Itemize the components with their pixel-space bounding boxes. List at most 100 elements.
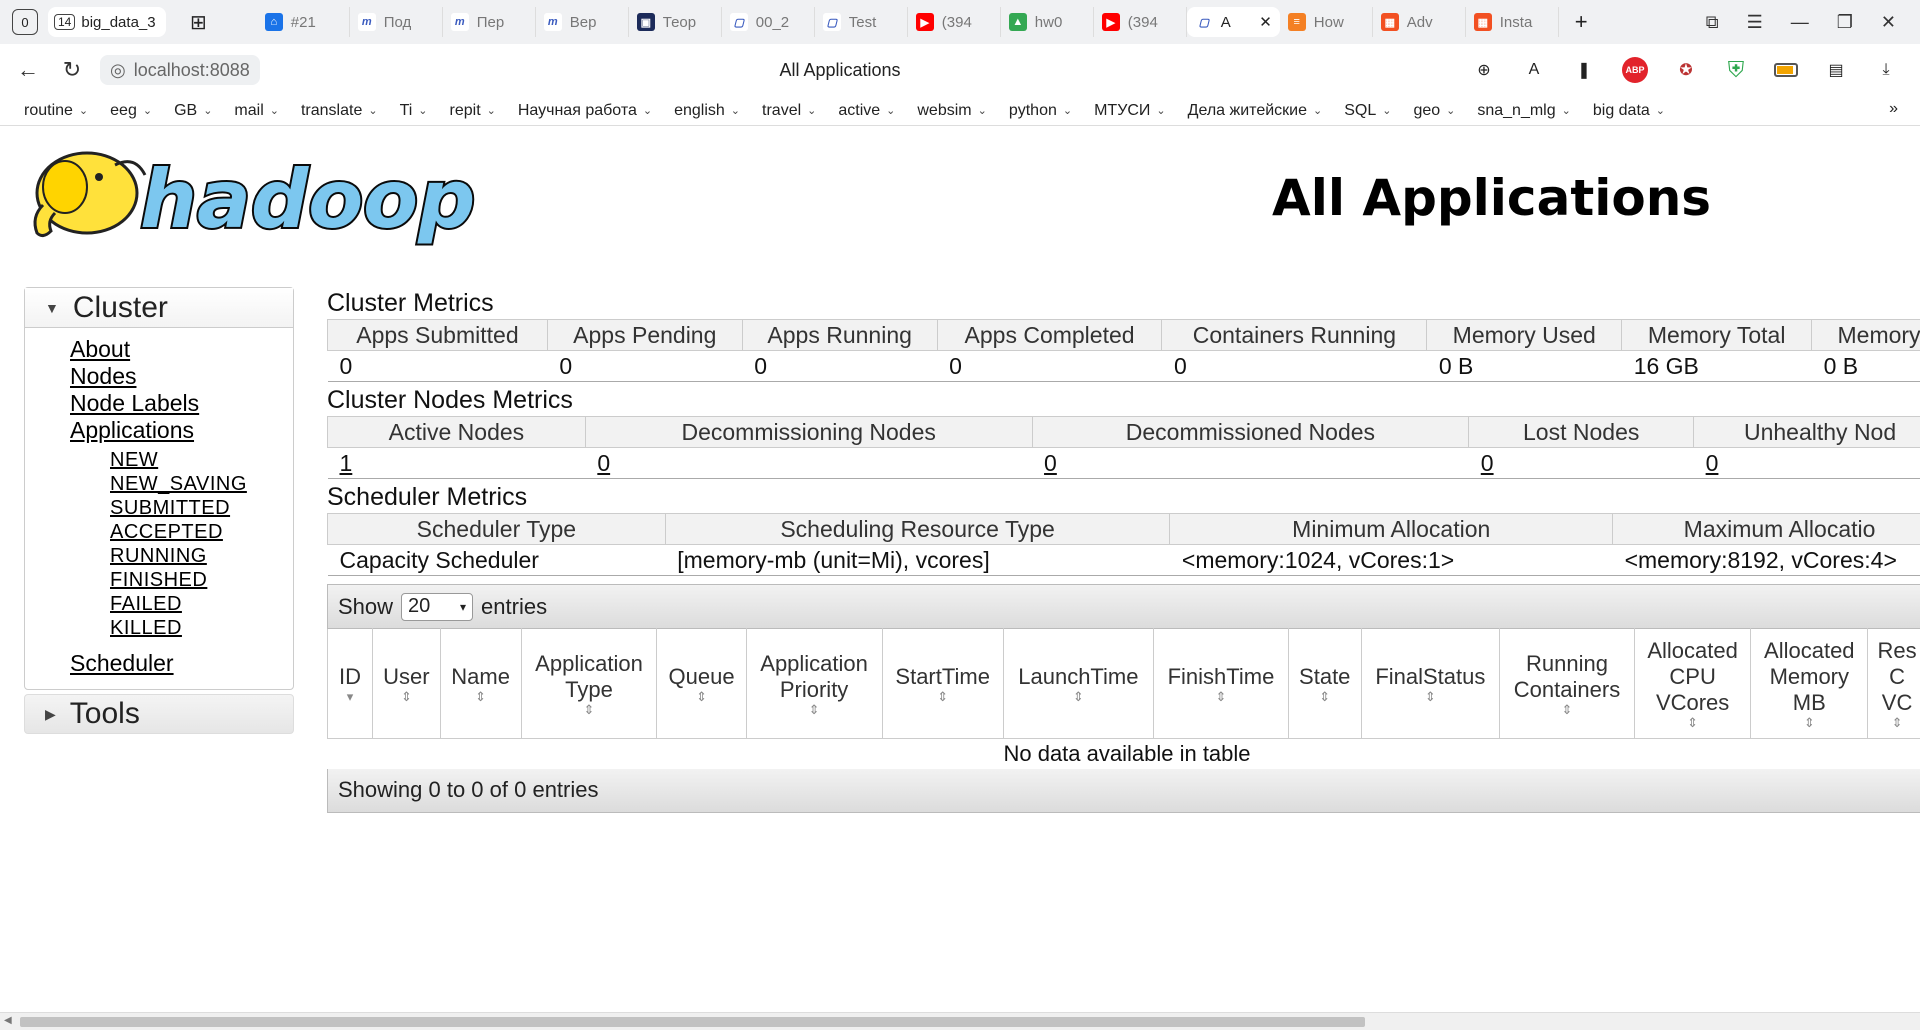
sidebar-link-node-labels[interactable]: Node Labels bbox=[70, 390, 293, 417]
metric-value[interactable]: 0 bbox=[1032, 447, 1469, 479]
sortable-column-header[interactable]: Name ⇕ bbox=[439, 628, 522, 739]
sidebar-link-state-running[interactable]: RUNNING bbox=[110, 544, 293, 568]
tab-favicon-icon: m bbox=[543, 13, 562, 31]
tab-collections-icon[interactable]: ⧉ bbox=[1706, 12, 1719, 33]
sortable-column-header[interactable]: Application Type ⇕ bbox=[520, 628, 658, 739]
close-tab-icon[interactable]: ✕ bbox=[1259, 13, 1272, 31]
browser-tab[interactable]: ▦ Adv bbox=[1373, 7, 1466, 37]
sidebar-link-state-finished[interactable]: FINISHED bbox=[110, 568, 293, 592]
sortable-column-header[interactable]: FinishTime ⇕ bbox=[1152, 628, 1289, 739]
browser-tab[interactable]: ≡ How bbox=[1280, 7, 1373, 37]
browser-tab[interactable]: ▢ 00_2 bbox=[722, 7, 815, 37]
sidebar-link-about[interactable]: About bbox=[70, 336, 293, 363]
sort-both-icon: ⇕ bbox=[1424, 688, 1436, 704]
tab-counter-icon[interactable]: 0 bbox=[12, 9, 38, 35]
bookmark-folder[interactable]: mail ⌄ bbox=[234, 102, 301, 120]
sidebar-link-state-new[interactable]: NEW bbox=[110, 448, 293, 472]
bookmark-folder[interactable]: Ti ⌄ bbox=[400, 102, 450, 120]
sidebar-link-state-killed[interactable]: KILLED bbox=[110, 616, 293, 640]
scroll-left-icon[interactable]: ◀ bbox=[4, 1015, 12, 1026]
sortable-column-header[interactable]: Res C VC ⇕ bbox=[1867, 628, 1920, 739]
reading-list-icon[interactable]: ▤ bbox=[1824, 58, 1848, 82]
browser-tab[interactable]: m Под bbox=[350, 7, 443, 37]
sortable-column-header[interactable]: User ⇕ bbox=[372, 628, 441, 739]
bookmark-folder[interactable]: eeg ⌄ bbox=[110, 102, 174, 120]
sortable-column-header[interactable]: Allocated Memory MB ⇕ bbox=[1750, 628, 1869, 739]
bookmark-folder[interactable]: Научная работа ⌄ bbox=[518, 102, 674, 120]
download-icon[interactable]: ⤓ bbox=[1874, 58, 1898, 82]
sortable-column-header[interactable]: FinalStatus ⇕ bbox=[1360, 628, 1501, 739]
entries-select[interactable]: 20 ▾ bbox=[401, 592, 474, 621]
bookmark-folder[interactable]: travel ⌄ bbox=[762, 102, 838, 120]
metric-value[interactable]: 0 bbox=[1468, 447, 1694, 479]
browser-tab[interactable]: ▢ A ✕ bbox=[1186, 7, 1280, 37]
hadoop-logo[interactable]: hadoop bbox=[25, 135, 495, 253]
bookmark-folder[interactable]: routine ⌄ bbox=[24, 102, 110, 120]
tab-group-big-data[interactable]: 14 big_data_3 bbox=[48, 7, 166, 37]
bookmark-folder[interactable]: big data ⌄ bbox=[1593, 102, 1687, 120]
bookmark-folder[interactable]: translate ⌄ bbox=[301, 102, 400, 120]
bookmark-folder[interactable]: english ⌄ bbox=[674, 102, 762, 120]
scrollbar-thumb[interactable] bbox=[20, 1017, 1365, 1027]
bookmark-folder[interactable]: geo ⌄ bbox=[1413, 102, 1477, 120]
browser-tab[interactable]: ▶ (394 bbox=[1094, 7, 1187, 37]
bookmark-folder[interactable]: repit ⌄ bbox=[450, 102, 518, 120]
site-info-icon[interactable]: ◎ bbox=[110, 60, 126, 81]
reload-icon[interactable]: ↻ bbox=[50, 57, 94, 83]
bookmark-folder[interactable]: python ⌄ bbox=[1009, 102, 1094, 120]
adblock-icon[interactable]: ABP bbox=[1622, 57, 1648, 83]
translate-icon[interactable]: A bbox=[1522, 58, 1546, 82]
restore-icon[interactable]: ❐ bbox=[1837, 12, 1853, 33]
new-tab-button[interactable]: + bbox=[1575, 9, 1588, 35]
bookmarks-overflow-icon[interactable]: » bbox=[1889, 100, 1898, 118]
sidebar-link-state-failed[interactable]: FAILED bbox=[110, 592, 293, 616]
sortable-column-header[interactable]: ID ▾ bbox=[326, 628, 374, 739]
browser-tab[interactable]: m Пер bbox=[443, 7, 536, 37]
sidebar-link-scheduler[interactable]: Scheduler bbox=[70, 650, 293, 677]
browser-tab[interactable]: ▢ Test bbox=[815, 7, 908, 37]
browser-tab[interactable]: ▦ Insta bbox=[1466, 7, 1559, 37]
browser-tab[interactable]: m Вер bbox=[536, 7, 629, 37]
metric-value[interactable]: 0 bbox=[1693, 447, 1920, 479]
sortable-column-header[interactable]: Queue ⇕ bbox=[656, 628, 747, 739]
horizontal-scrollbar[interactable]: ◀ bbox=[0, 1012, 1920, 1030]
bookmark-folder[interactable]: Дела житейские ⌄ bbox=[1188, 102, 1345, 120]
cluster-header[interactable]: ▼ Cluster bbox=[25, 288, 293, 328]
browser-tab[interactable]: ▶ (394 bbox=[908, 7, 1001, 37]
sortable-column-header[interactable]: Running Containers ⇕ bbox=[1499, 628, 1635, 739]
minimize-icon[interactable]: — bbox=[1791, 12, 1809, 33]
bookmark-folder[interactable]: GB ⌄ bbox=[174, 102, 234, 120]
zoom-icon[interactable]: ⊕ bbox=[1472, 58, 1496, 82]
new-tab-group-icon[interactable]: ⊞ bbox=[190, 10, 207, 35]
metric-value[interactable]: 1 bbox=[327, 447, 586, 479]
browser-tab[interactable]: ▲ hw0 bbox=[1001, 7, 1094, 37]
sortable-column-header[interactable]: State ⇕ bbox=[1287, 628, 1362, 739]
battery-icon[interactable] bbox=[1774, 58, 1798, 82]
sidebar-link-applications[interactable]: Applications bbox=[70, 417, 293, 444]
back-icon[interactable]: ← bbox=[6, 57, 50, 83]
sortable-column-header[interactable]: StartTime ⇕ bbox=[881, 628, 1004, 739]
sidebar-link-state-new_saving[interactable]: NEW_SAVING bbox=[110, 472, 293, 496]
bookmark-folder[interactable]: МТУСИ ⌄ bbox=[1094, 102, 1188, 120]
sortable-column-header[interactable]: Application Priority ⇕ bbox=[745, 628, 883, 739]
sortable-column-header[interactable]: LaunchTime ⇕ bbox=[1002, 628, 1154, 739]
sortable-column-header[interactable]: Allocated CPU VCores ⇕ bbox=[1633, 628, 1752, 739]
bookmark-folder[interactable]: active ⌄ bbox=[838, 102, 917, 120]
bookmark-folder[interactable]: websim ⌄ bbox=[917, 102, 1008, 120]
browser-tab[interactable]: ▣ Теор bbox=[629, 7, 722, 37]
bookmark-folder[interactable]: sna_n_mlg ⌄ bbox=[1477, 102, 1593, 120]
sidebar-link-nodes[interactable]: Nodes bbox=[70, 363, 293, 390]
bookmark-folder[interactable]: SQL ⌄ bbox=[1344, 102, 1413, 120]
extension-icon[interactable]: ✪ bbox=[1674, 58, 1698, 82]
close-window-icon[interactable]: ✕ bbox=[1881, 12, 1896, 33]
metric-value[interactable]: 0 bbox=[585, 447, 1033, 479]
menu-icon[interactable]: ☰ bbox=[1747, 12, 1763, 33]
tab-label: Вер bbox=[569, 13, 597, 31]
url-field[interactable]: ◎ localhost:8088 bbox=[100, 55, 260, 85]
bookmark-icon[interactable]: ❚ bbox=[1572, 58, 1596, 82]
sidebar-link-state-submitted[interactable]: SUBMITTED bbox=[110, 496, 293, 520]
tools-header[interactable]: ▶ Tools bbox=[24, 694, 294, 734]
browser-tab[interactable]: ⌂ #21 bbox=[257, 7, 350, 37]
shield-icon[interactable]: ⛨ bbox=[1724, 57, 1748, 82]
sidebar-link-state-accepted[interactable]: ACCEPTED bbox=[110, 520, 293, 544]
